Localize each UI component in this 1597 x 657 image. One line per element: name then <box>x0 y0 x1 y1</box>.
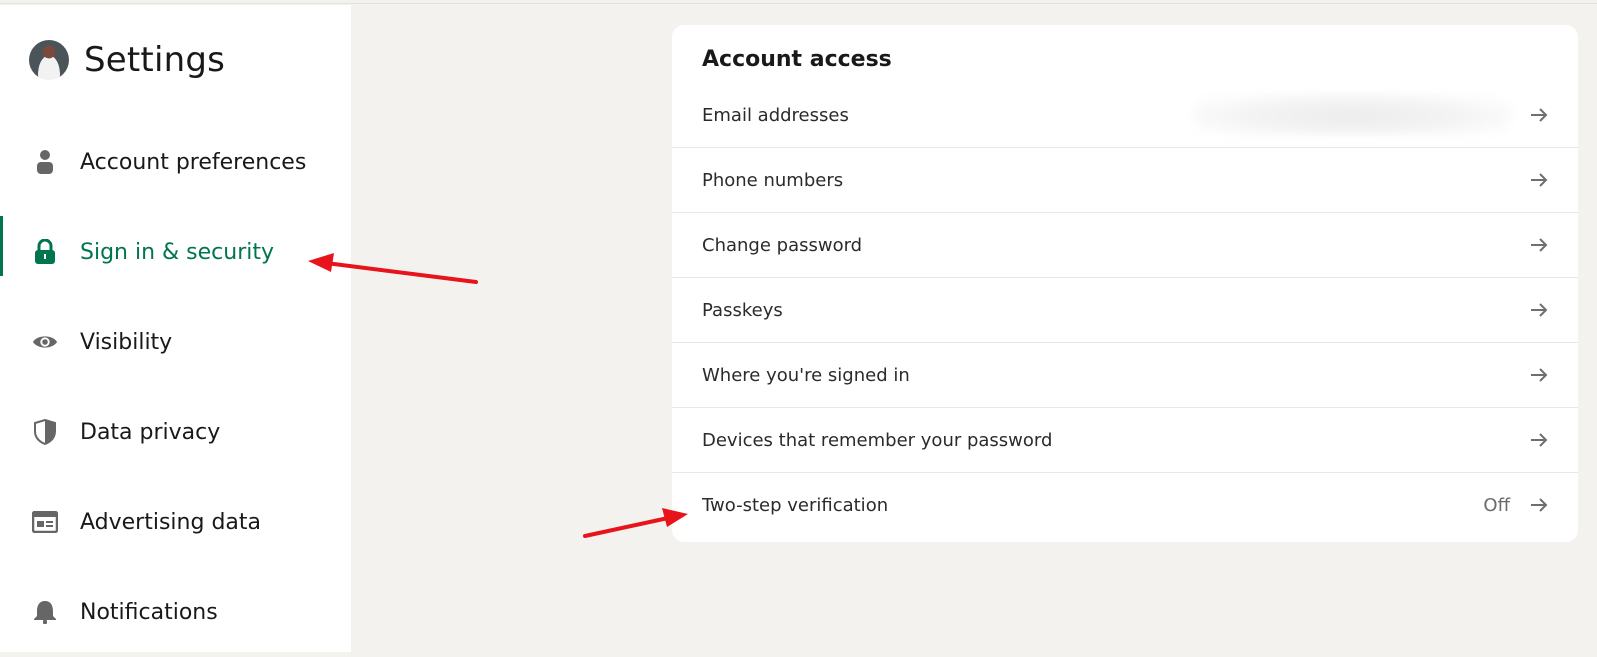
sidebar-item-label: Advertising data <box>80 509 261 535</box>
arrow-right-icon <box>1531 238 1548 252</box>
sidebar-item-advertising-data[interactable]: Advertising data <box>0 477 351 567</box>
arrow-right-icon <box>1531 173 1548 187</box>
account-access-list: Email addresses Phone numbers Change pas… <box>672 83 1578 537</box>
ad-card-icon <box>32 509 58 535</box>
sidebar-item-label: Account preferences <box>80 149 307 175</box>
arrow-right-icon <box>1531 108 1548 122</box>
section-title: Account access <box>702 47 892 72</box>
sidebar-item-label: Sign in & security <box>80 239 275 265</box>
blurred-email-value <box>1192 93 1512 135</box>
row-where-signed-in[interactable]: Where you're signed in <box>672 343 1578 408</box>
settings-sidebar: Settings Account preferences Sign in & s… <box>0 5 351 652</box>
sidebar-item-visibility[interactable]: Visibility <box>0 297 351 387</box>
sidebar-header: Settings <box>29 40 225 80</box>
arrow-right-icon <box>1531 303 1548 317</box>
two-step-status: Off <box>1483 494 1510 516</box>
avatar[interactable] <box>29 40 69 80</box>
arrow-right-icon <box>1531 433 1548 447</box>
page-title: Settings <box>84 40 226 80</box>
settings-nav: Account preferences Sign in & security V… <box>0 117 351 657</box>
row-label: Phone numbers <box>702 169 844 191</box>
row-remembered-devices[interactable]: Devices that remember your password <box>672 408 1578 473</box>
row-label: Change password <box>702 234 863 256</box>
row-phone-numbers[interactable]: Phone numbers <box>672 148 1578 213</box>
row-label: Devices that remember your password <box>702 429 1053 451</box>
row-email-addresses[interactable]: Email addresses <box>672 83 1578 148</box>
arrow-right-icon <box>1531 368 1548 382</box>
person-icon <box>32 149 58 175</box>
arrow-right-icon <box>1531 498 1548 512</box>
shield-icon <box>32 419 58 445</box>
sidebar-item-label: Data privacy <box>80 419 221 445</box>
row-label: Where you're signed in <box>702 364 910 386</box>
row-label: Email addresses <box>702 104 849 126</box>
sidebar-item-notifications[interactable]: Notifications <box>0 567 351 657</box>
sidebar-item-sign-in-security[interactable]: Sign in & security <box>0 207 351 297</box>
eye-icon <box>32 329 58 355</box>
row-change-password[interactable]: Change password <box>672 213 1578 278</box>
row-passkeys[interactable]: Passkeys <box>672 278 1578 343</box>
row-label: Passkeys <box>702 299 783 321</box>
sidebar-item-data-privacy[interactable]: Data privacy <box>0 387 351 477</box>
sidebar-item-label: Notifications <box>80 599 218 625</box>
sidebar-item-account-preferences[interactable]: Account preferences <box>0 117 351 207</box>
sidebar-item-label: Visibility <box>80 329 173 355</box>
bell-icon <box>32 599 58 625</box>
top-border <box>0 0 1597 4</box>
row-two-step-verification[interactable]: Two-step verification Off <box>672 473 1578 537</box>
lock-icon <box>32 239 58 265</box>
account-access-card: Account access Email addresses Phone num… <box>672 25 1578 542</box>
row-label: Two-step verification <box>702 494 889 516</box>
